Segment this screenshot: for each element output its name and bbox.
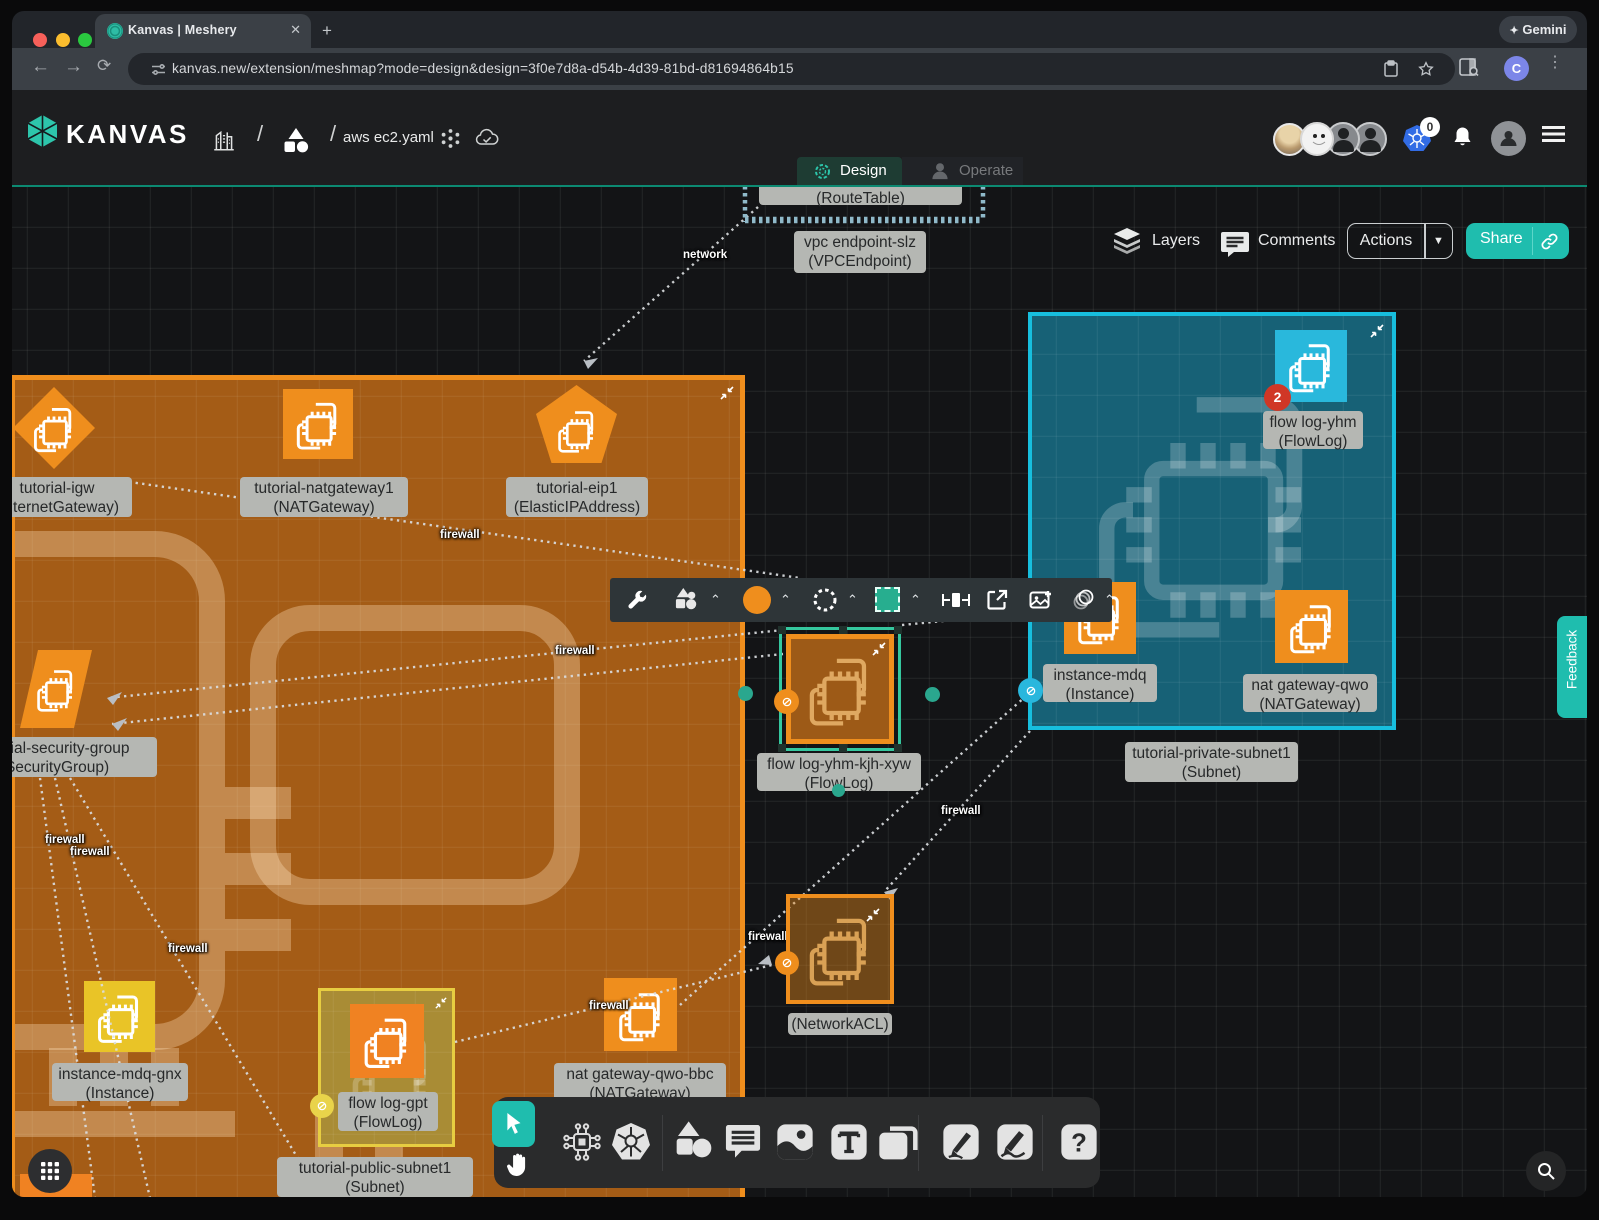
svg-text:?: ? — [1071, 1130, 1087, 1158]
